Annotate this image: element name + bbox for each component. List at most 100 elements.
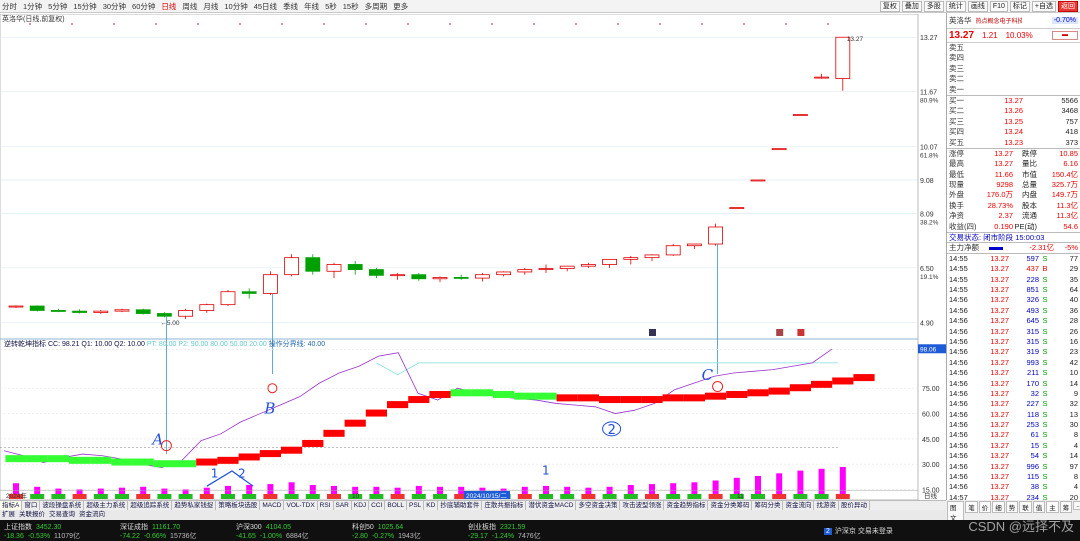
period-tab-5[interactable]: 60分钟 — [132, 1, 155, 12]
sub-tab-3[interactable]: 资金流向 — [79, 510, 105, 520]
volume-bar — [543, 485, 549, 494]
event-marker-icon[interactable] — [797, 329, 805, 336]
indicator-tab-0[interactable]: 指标A — [0, 501, 23, 510]
indicator-tab-8[interactable]: VOL-TDX — [284, 501, 318, 510]
indicator-tab-15[interactable]: KD — [424, 501, 439, 510]
sell-level-row[interactable]: 卖一 — [947, 85, 1080, 95]
toolbar-button-6[interactable]: 标记 — [1009, 1, 1030, 12]
sub-tab-1[interactable]: 关联报价 — [19, 510, 45, 520]
indicator-tab-23[interactable]: 筹码分类 — [752, 501, 784, 510]
signal-strip-block — [221, 494, 235, 499]
indicator-tab-4[interactable]: 超级追踪系统 — [128, 501, 173, 510]
indicator-tab-12[interactable]: CCI — [369, 501, 386, 510]
quote-foot-button-7[interactable]: 主 — [1046, 501, 1059, 513]
indicator-tab-11[interactable]: KDJ — [352, 501, 370, 510]
trend-step-block — [556, 394, 578, 402]
buy-level-row[interactable]: 买二 13.26 3468 — [947, 106, 1080, 116]
period-tab-0[interactable]: 分时 — [2, 1, 17, 12]
toolbar-button-1[interactable]: 叠加 — [901, 1, 922, 12]
period-tab-3[interactable]: 15分钟 — [73, 1, 96, 12]
index-change: -74.22 -0.66% 15736亿 — [120, 533, 197, 540]
indicator-tab-6[interactable]: 策略板块选股 — [216, 501, 261, 510]
indicator-tab-22[interactable]: 资金分类筹码 — [708, 501, 753, 510]
kline-chart[interactable]: 13.27 11.67 10.07 9.08 8.09 6.50 4.90 80.9% 61.8… — [0, 14, 946, 500]
toolbar-button-4[interactable]: 画线 — [967, 1, 988, 12]
indicator-tab-20[interactable]: 攻击波型领涨 — [620, 501, 665, 510]
quote-foot-button-5[interactable]: 联 — [1019, 501, 1032, 513]
buy-level-row[interactable]: 买四 13.24 418 — [947, 127, 1080, 137]
indicator-tab-2[interactable]: 波段操盘系统 — [40, 501, 85, 510]
quote-foot-button-9[interactable]: ... — [1073, 501, 1080, 510]
period-tab-2[interactable]: 5分钟 — [48, 1, 67, 12]
indicator-tab-10[interactable]: SAR — [334, 501, 352, 510]
volume-bar — [246, 485, 253, 494]
toolbar-button-3[interactable]: 统计 — [945, 1, 966, 12]
sell-level-row[interactable]: 卖五 — [947, 43, 1080, 53]
indicator-tab-5[interactable]: 趋势私家钱捉 — [172, 501, 217, 510]
top-marker-dot — [407, 23, 409, 25]
buy-level-row[interactable]: 买三 13.25 757 — [947, 117, 1080, 127]
quote-foot-button-2[interactable]: 价 — [978, 501, 992, 513]
indicator-tab-24[interactable]: 资金流向 — [783, 501, 815, 510]
period-tab-15[interactable]: 多周期 — [365, 1, 388, 12]
event-marker-icon[interactable] — [776, 329, 784, 336]
toolbar-button-5[interactable]: F10 — [989, 1, 1008, 12]
period-tab-11[interactable]: 季线 — [283, 1, 298, 12]
buy-level-row[interactable]: 买一 13.27 5566 — [947, 96, 1080, 106]
toolbar-button-2[interactable]: 多股 — [923, 1, 944, 12]
quote-stats: 涨停 13.27 跌停 10.85 最高 13.27 量比 6.16 最低 11.66 市值 150.… — [947, 149, 1080, 234]
indicator-tab-18[interactable]: 潜伏资金MACD — [526, 501, 577, 510]
indicator-tab-17[interactable]: 庄散共振指标 — [482, 501, 527, 510]
period-tab-6[interactable]: 日线 — [161, 1, 176, 12]
quote-foot-button-1[interactable]: 笔 — [965, 501, 978, 513]
indicator-tab-26[interactable]: 股价异动 — [839, 501, 870, 510]
indicator-tab-1[interactable]: 窗口 — [22, 501, 41, 510]
sell-level-row[interactable]: 卖三 — [947, 64, 1080, 74]
indicator-legend-item: 20.00 — [249, 341, 268, 348]
stat-row: 最高 13.27 量比 6.16 — [949, 159, 1078, 169]
period-tab-10[interactable]: 45日线 — [254, 1, 277, 12]
trend-step-block — [726, 390, 748, 398]
period-tab-16[interactable]: 更多 — [393, 1, 408, 12]
period-tab-13[interactable]: 5秒 — [325, 1, 337, 12]
toolbar-button-0[interactable]: 复权 — [879, 1, 900, 12]
indicator-tab-14[interactable]: PSL — [407, 501, 425, 510]
indicator-tab-16[interactable]: 抄底辅助套件 — [438, 501, 483, 510]
period-tab-14[interactable]: 15秒 — [343, 1, 359, 12]
indicator-tab-7[interactable]: MACD — [260, 501, 285, 510]
toolbar-button-7[interactable]: +自选 — [1031, 1, 1056, 12]
indicator-tab-21[interactable]: 资金趋势指标 — [664, 501, 709, 510]
indicator-tab-13[interactable]: BOLL — [385, 501, 407, 510]
trend-step-block — [768, 387, 790, 395]
period-tab-9[interactable]: 10分钟 — [224, 1, 247, 12]
quote-foot-button-3[interactable]: 细 — [992, 501, 1005, 513]
quote-foot-button-4[interactable]: 势 — [1005, 501, 1019, 513]
period-tab-8[interactable]: 月线 — [203, 1, 218, 12]
period-tab-4[interactable]: 30分钟 — [103, 1, 126, 12]
signal-strip-block — [411, 494, 426, 499]
quote-foot-button-6[interactable]: 值 — [1032, 501, 1046, 513]
buy-level-row[interactable]: 买五 13.23 373 — [947, 138, 1080, 148]
sell-level-row[interactable]: 卖二 — [947, 74, 1080, 84]
candle-body — [199, 304, 215, 311]
period-tab-12[interactable]: 年线 — [304, 1, 319, 12]
tick-list[interactable]: 14:55 13.27 597 S 77 14:55 13.27 437 B 29 14:55 13.… — [947, 254, 1080, 510]
top-marker-dot — [449, 23, 451, 25]
toolbar-button-8[interactable]: 返回 — [1058, 1, 1078, 12]
period-tab-1[interactable]: 1分钟 — [23, 1, 42, 12]
trend-step-block — [132, 458, 154, 466]
quote-foot-button-8[interactable]: 筹 — [1059, 501, 1073, 513]
indicator-tab-9[interactable]: RSI — [318, 501, 334, 510]
indicator-tab-25[interactable]: 找游资 — [814, 501, 839, 510]
period-tab-7[interactable]: 周线 — [182, 1, 197, 12]
sell-level-row[interactable]: 卖四 — [947, 53, 1080, 63]
event-marker-icon[interactable] — [649, 329, 656, 336]
indicator-tab-19[interactable]: 多空资金决策 — [576, 501, 621, 510]
volume-bar — [670, 483, 677, 494]
top-marker-dot — [533, 23, 535, 25]
trend-step-block — [747, 389, 769, 397]
indicator-tab-3[interactable]: 超级主力系统 — [84, 501, 129, 510]
sub-tab-2[interactable]: 交易查询 — [49, 510, 75, 520]
tick-row: 14:56 13.27 38 S 4 — [949, 482, 1078, 492]
sub-tab-0[interactable]: 扩展 — [2, 510, 15, 520]
